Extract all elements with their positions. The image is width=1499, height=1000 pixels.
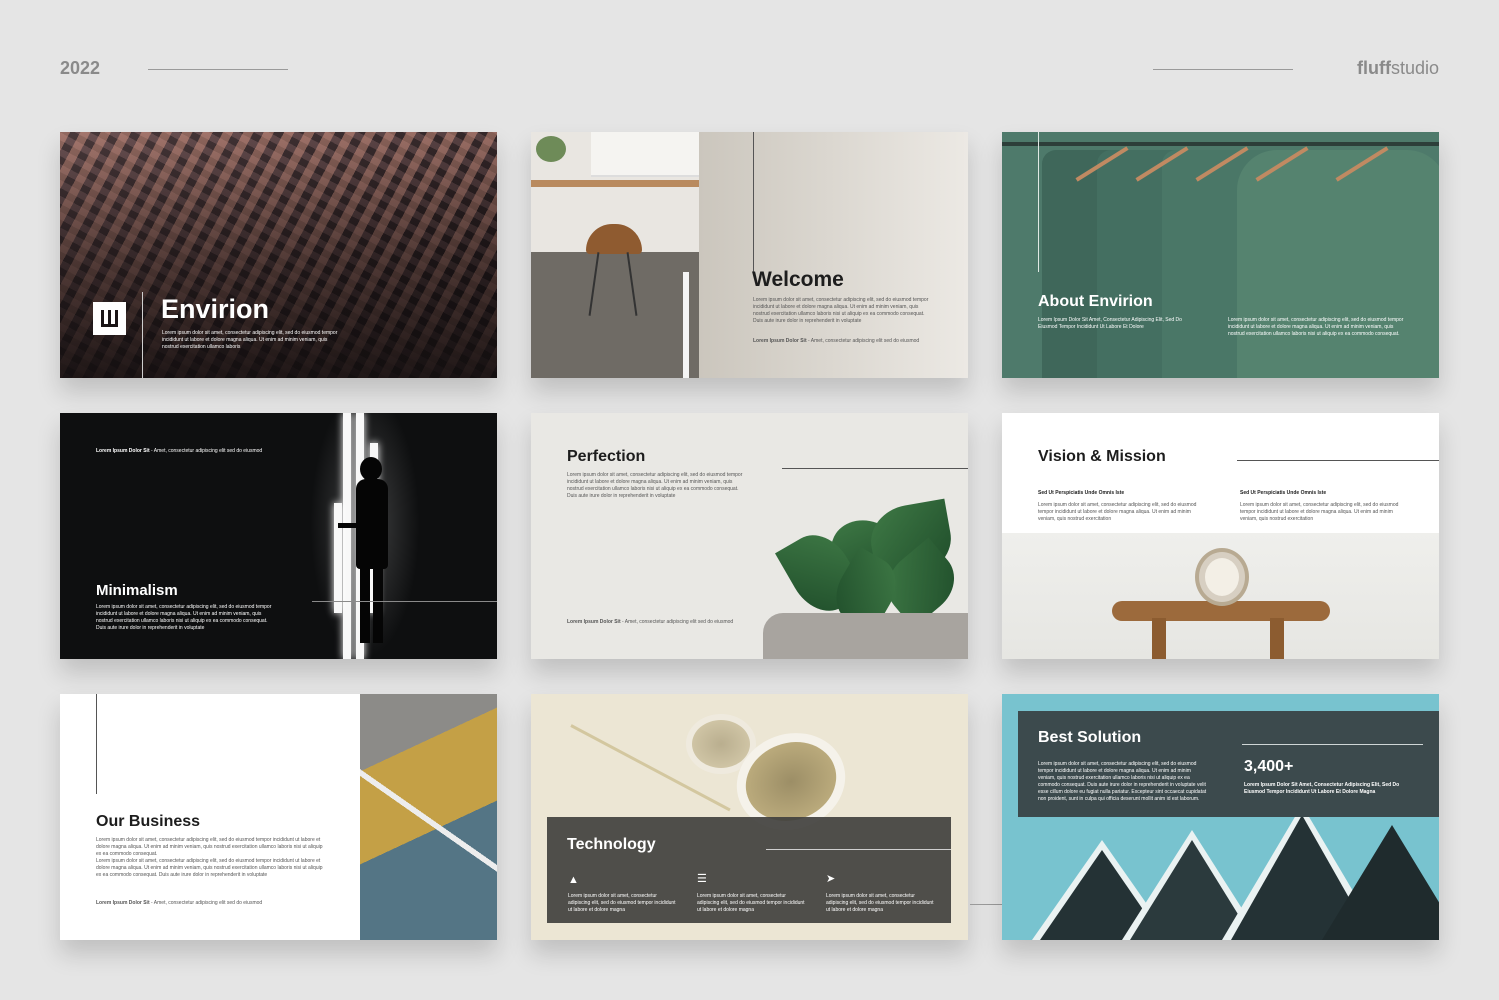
slide-title: Technology — [567, 836, 656, 853]
col1-heading: Sed Ut Perspiciatis Unde Omnis Iste — [1038, 490, 1125, 496]
slide-footer: Lorem Ipsum Dolor Sit - Amet, consectetu… — [96, 900, 296, 907]
divider-line — [312, 601, 497, 602]
roof-shape — [1322, 825, 1439, 940]
shirt-icon — [1237, 150, 1439, 378]
feature-text: Lorem ipsum dolor sit amet, consectetur … — [568, 893, 676, 913]
feature-text: Lorem ipsum dolor sit amet, consectetur … — [826, 893, 934, 913]
envirion-logo-icon — [93, 302, 126, 335]
pot — [763, 613, 968, 659]
slide-title: Minimalism — [96, 582, 178, 599]
clothes-rod — [1002, 142, 1439, 146]
divider-line — [1038, 132, 1039, 272]
rocket-icon: ➤ — [826, 873, 836, 885]
brand-bold: fluff — [1356, 58, 1391, 78]
slide-best-solution[interactable]: Best Solution Lorem ipsum dolor sit amet… — [1002, 694, 1439, 940]
slide-title: Best Solution — [1038, 729, 1142, 746]
stool-leg — [1152, 618, 1166, 659]
divider-line — [1242, 744, 1423, 745]
slide-body: Lorem ipsum dolor sit amet, consectetur … — [96, 604, 272, 631]
light-tube — [334, 503, 342, 613]
slide-title: Welcome — [752, 268, 844, 291]
feature-text: Lorem ipsum dolor sit amet, consectetur … — [697, 893, 805, 913]
slide-title: Perfection — [567, 448, 646, 465]
slide-title: About Envirion — [1038, 293, 1153, 310]
stool-icon — [586, 224, 642, 254]
slide-title: Envirion — [161, 294, 270, 324]
slide-subtitle: Lorem Ipsum Dolor Sit Amet, Consectetur … — [1038, 317, 1182, 330]
stat-text: Lorem Ipsum Dolor Sit Amet, Consectetur … — [1244, 782, 1400, 795]
top-note-rest: - Amet, consectetur adipiscing elit sed … — [149, 448, 263, 454]
slide-body: Lorem ipsum dolor sit amet, consectetur … — [162, 330, 338, 350]
light-tube — [343, 413, 351, 659]
slide-technology[interactable]: Technology ▲ ☰ ➤ Lorem ipsum dolor sit a… — [531, 694, 968, 940]
slide-about-envirion[interactable]: About Envirion Lorem Ipsum Dolor Sit Ame… — [1002, 132, 1439, 378]
person-silhouette-icon — [360, 457, 382, 481]
divider-line — [1237, 460, 1439, 461]
clock-icon — [1195, 548, 1249, 606]
court-line — [360, 694, 497, 940]
col2-body: Lorem ipsum dolor sit amet, consectetur … — [1240, 502, 1399, 522]
header-divider-left — [148, 69, 288, 70]
court-photo — [360, 694, 497, 940]
brand-rest: studio — [1390, 58, 1439, 78]
floor — [531, 252, 699, 378]
person-leg — [373, 563, 383, 643]
connector-line — [970, 904, 1002, 905]
divider-line — [142, 292, 143, 378]
top-note-bold: Lorem Ipsum Dolor Sit — [96, 448, 150, 454]
slide-top-note: Lorem Ipsum Dolor Sit - Amet, consectetu… — [96, 448, 296, 455]
person-leg — [360, 563, 370, 643]
slide-minimalism[interactable]: Lorem Ipsum Dolor Sit - Amet, consectetu… — [60, 413, 497, 659]
stool-leg — [1270, 618, 1284, 659]
col1-body: Lorem ipsum dolor sit amet, consectetur … — [1038, 502, 1197, 522]
room-photo — [531, 132, 706, 378]
slide-our-business[interactable]: Our Business Lorem ipsum dolor sit amet,… — [60, 694, 497, 940]
footer-rest: - Amet, consectetur adipiscing elit sed … — [149, 900, 263, 906]
megaphone-icon: ▲ — [568, 874, 579, 886]
slide-title: Our Business — [96, 813, 201, 830]
slide-body-2: Lorem ipsum dolor sit amet, consectetur … — [96, 858, 323, 878]
footer-bold: Lorem Ipsum Dolor Sit — [96, 900, 150, 906]
divider-line — [782, 468, 968, 469]
slide-body-1: Lorem ipsum dolor sit amet, consectetur … — [96, 837, 323, 857]
col2-heading: Sed Ut Perspiciatis Unde Omnis Iste — [1240, 490, 1327, 496]
divider-line — [753, 132, 754, 272]
slide-footer: Lorem Ipsum Dolor Sit - Amet, consectetu… — [567, 619, 747, 626]
server-icon: ☰ — [697, 873, 707, 885]
slide-envirion[interactable]: Envirion Lorem ipsum dolor sit amet, con… — [60, 132, 497, 378]
stat-value: 3,400+ — [1244, 758, 1294, 775]
footer-rest: - Amet, consectetur adipiscing elit sed … — [806, 338, 920, 344]
plant-icon — [536, 136, 566, 162]
slide-title: Vision & Mission — [1038, 448, 1166, 465]
slide-vision-mission[interactable]: Vision & Mission Sed Ut Perspiciatis Und… — [1002, 413, 1439, 659]
header-divider-right — [1153, 69, 1293, 70]
footer-bold: Lorem Ipsum Dolor Sit — [753, 338, 807, 344]
shelf — [531, 180, 706, 187]
footer-bold: Lorem Ipsum Dolor Sit — [567, 619, 621, 625]
divider-line — [766, 849, 951, 850]
slide-perfection[interactable]: Perfection Lorem ipsum dolor sit amet, c… — [531, 413, 968, 659]
footer-rest: - Amet, consectetur adipiscing elit sed … — [620, 619, 734, 625]
slide-body: Lorem ipsum dolor sit amet, consectetur … — [567, 472, 743, 499]
slide-body: Lorem ipsum dolor sit amet, consectetur … — [1228, 317, 1404, 337]
clock-face — [1205, 558, 1239, 596]
slide-body: Lorem ipsum dolor sit amet, consectetur … — [1038, 761, 1207, 802]
divider-line — [96, 694, 97, 794]
railing — [683, 272, 689, 378]
header-year: 2022 — [60, 58, 101, 78]
slide-body: Lorem ipsum dolor sit amet, consectetur … — [753, 297, 929, 324]
slide-welcome[interactable]: Welcome Lorem ipsum dolor sit amet, cons… — [531, 132, 968, 378]
slide-footer: Lorem Ipsum Dolor Sit - Amet, consectetu… — [753, 338, 933, 345]
window — [591, 132, 701, 177]
brand-logo: fluffstudio — [1357, 58, 1439, 79]
person-arm — [338, 523, 362, 528]
